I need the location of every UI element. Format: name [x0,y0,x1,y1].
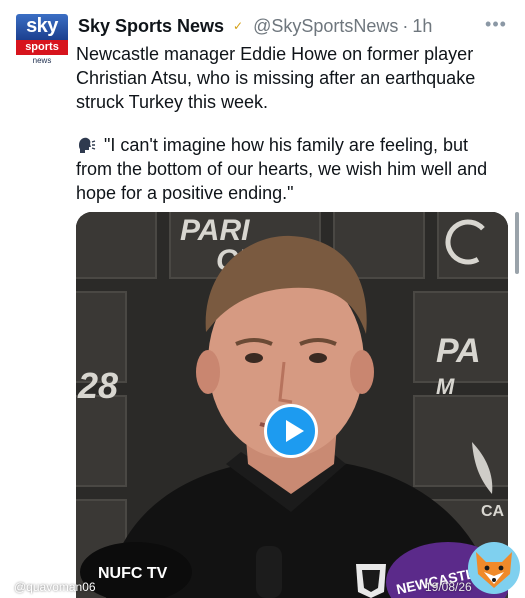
tweet-card[interactable]: sky sports news Sky Sports News ✓ @SkySp… [0,0,525,598]
avatar[interactable]: sky sports news [16,14,68,66]
tweet-text: Newcastle manager Eddie Howe on former p… [76,44,476,112]
backdrop-m-text: M [436,374,455,399]
avatar-sky-text: sky [16,14,68,40]
play-button[interactable] [264,404,318,458]
tweet-header: Sky Sports News ✓ @SkySportsNews · 1h [78,15,508,37]
backdrop-pa-text: PA [436,332,481,370]
scrollbar[interactable] [515,212,519,274]
more-horizontal-icon[interactable]: ••• [484,14,508,36]
backdrop-28-text: 28 [77,365,118,406]
backdrop-pari-text: PARI [180,214,250,247]
video-player[interactable]: PARI CH PA M 28 CA [76,212,508,598]
quote-text: "I can't imagine how his family are feel… [76,135,488,203]
separator-dot: · [402,15,409,36]
speaking-head-icon [79,137,96,153]
fox-logo-icon [468,542,520,594]
timestamp[interactable]: 1h [412,16,432,37]
display-name[interactable]: Sky Sports News [78,16,224,37]
avatar-sports-text: sports [16,40,68,55]
avatar-news-text: news [32,56,52,65]
nufc-tv-mic-text: NUFC TV [98,565,168,582]
handle[interactable]: @SkySportsNews [253,16,398,37]
verified-badge-icon: ✓ [233,19,244,33]
watermark-text: @quavoman06 [14,580,96,594]
backdrop-ca-text: CA [481,503,505,520]
date-stamp: 19/08/26 [425,580,472,594]
play-icon [286,420,304,442]
tweet-quote: "I can't imagine how his family are feel… [76,133,508,205]
